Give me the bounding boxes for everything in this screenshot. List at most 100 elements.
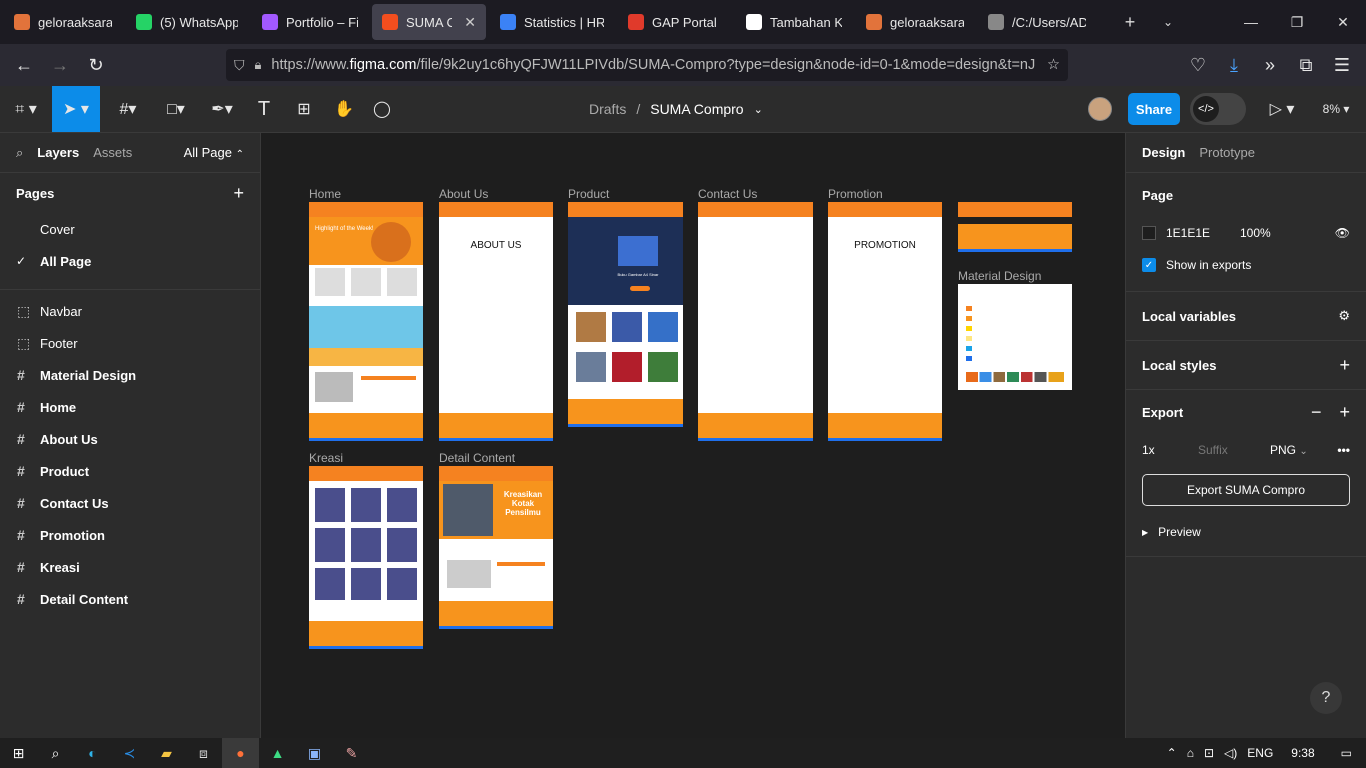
export-suffix-input[interactable]: Suffix bbox=[1198, 443, 1270, 457]
frame-label-home[interactable]: Home bbox=[309, 187, 341, 201]
layer-item[interactable]: ⬚ Navbar bbox=[0, 295, 260, 327]
notifications-icon[interactable]: ▭ bbox=[1341, 746, 1352, 760]
pen-tool-icon[interactable]: ✒▾ bbox=[202, 86, 242, 132]
store-icon[interactable]: ⧈ bbox=[185, 738, 222, 768]
page-bg-hex[interactable]: 1E1E1E bbox=[1166, 226, 1230, 240]
frame-label-material-design[interactable]: Material Design bbox=[958, 269, 1041, 283]
variables-icon[interactable]: ⚙ bbox=[1338, 308, 1350, 324]
frame-product[interactable]: Buku Gambar A4 Sinar bbox=[568, 202, 683, 427]
browser-tab[interactable]: SUMA Comp ✕ bbox=[372, 4, 486, 40]
file-name[interactable]: SUMA Compro bbox=[650, 101, 743, 117]
forward-icon[interactable]: → bbox=[42, 47, 78, 83]
frame-label-contact-us[interactable]: Contact Us bbox=[698, 187, 757, 201]
local-styles-title[interactable]: Local styles bbox=[1142, 358, 1216, 373]
extensions-overflow-icon[interactable]: » bbox=[1252, 47, 1288, 83]
app-icon[interactable]: ▣ bbox=[296, 738, 333, 768]
resources-tool-icon[interactable]: ⊞ bbox=[288, 86, 320, 132]
minimize-icon[interactable]: — bbox=[1228, 0, 1274, 44]
shield-icon[interactable]: ⛉ bbox=[234, 57, 245, 74]
browser-tab[interactable]: Portfolio – Figm bbox=[252, 4, 368, 40]
paint-icon[interactable]: ✎ bbox=[333, 738, 370, 768]
avatar[interactable] bbox=[1088, 97, 1112, 121]
present-icon[interactable]: ▷ ▾ bbox=[1262, 86, 1302, 132]
comment-tool-icon[interactable]: ◯ bbox=[366, 86, 398, 132]
help-button[interactable]: ? bbox=[1310, 682, 1342, 714]
close-tab-icon[interactable]: ✕ bbox=[464, 14, 476, 31]
reload-icon[interactable]: ↻ bbox=[78, 47, 114, 83]
url-text[interactable]: https://www.figma.com/file/9k2uy1c6hyQFJ… bbox=[271, 57, 1037, 73]
frame-kreasi[interactable] bbox=[309, 466, 423, 649]
close-window-icon[interactable]: ✕ bbox=[1320, 0, 1366, 44]
layer-item[interactable]: # Detail Content bbox=[0, 583, 260, 615]
text-tool-icon[interactable]: T bbox=[248, 86, 280, 132]
add-style-icon[interactable]: + bbox=[1339, 355, 1350, 376]
browser-tab[interactable]: GAP Portal bbox=[618, 4, 732, 40]
browser-tab[interactable]: Statistics | HRIS bbox=[490, 4, 614, 40]
export-button[interactable]: Export SUMA Compro bbox=[1142, 474, 1350, 506]
android-studio-icon[interactable]: ▲ bbox=[259, 738, 296, 768]
page-selector[interactable]: All Page ⌃ bbox=[184, 145, 244, 160]
camera-icon[interactable]: ⌂ bbox=[1187, 746, 1194, 760]
frame-tool-icon[interactable]: #▾ bbox=[108, 86, 148, 132]
browser-tab[interactable]: /C:/Users/ADIT-PC/ bbox=[978, 4, 1096, 40]
browser-tab[interactable]: Tambahan Kata bbox=[736, 4, 852, 40]
bookmark-star-icon[interactable]: ☆ bbox=[1047, 57, 1060, 73]
vscode-icon[interactable]: ≺ bbox=[111, 738, 148, 768]
remove-export-icon[interactable]: − bbox=[1311, 402, 1322, 423]
frame-label-about-us[interactable]: About Us bbox=[439, 187, 488, 201]
download-icon[interactable]: ⤓ bbox=[1216, 47, 1252, 83]
eye-icon[interactable]: 👁︎ bbox=[1335, 226, 1350, 240]
figma-main-menu-icon[interactable]: ⌗ ▾ bbox=[6, 86, 46, 132]
frame-navbar-footer[interactable] bbox=[958, 202, 1072, 256]
pocket-icon[interactable]: ♡ bbox=[1180, 47, 1216, 83]
layer-item[interactable]: ⬚ Footer bbox=[0, 327, 260, 359]
frame-label-detail-content[interactable]: Detail Content bbox=[439, 451, 515, 465]
search-icon[interactable]: ⌕ bbox=[37, 738, 74, 768]
frame-promotion[interactable]: PROMOTION bbox=[828, 202, 942, 441]
tab-assets[interactable]: Assets bbox=[93, 145, 132, 160]
more-options-icon[interactable]: ••• bbox=[1337, 443, 1350, 457]
search-icon[interactable]: ⌕ bbox=[16, 145, 23, 161]
layer-item[interactable]: # Home bbox=[0, 391, 260, 423]
share-button[interactable]: Share bbox=[1128, 93, 1180, 125]
maximize-icon[interactable]: ❐ bbox=[1274, 0, 1320, 44]
tray-chevron-icon[interactable]: ⌃ bbox=[1167, 746, 1177, 760]
extensions-icon[interactable]: ⧉ bbox=[1288, 47, 1324, 83]
export-scale[interactable]: 1x bbox=[1142, 443, 1198, 457]
browser-tab[interactable]: geloraaksarapr bbox=[856, 4, 974, 40]
local-variables-title[interactable]: Local variables bbox=[1142, 309, 1236, 324]
canvas[interactable]: Home Highlight of the Week! About Us ABO… bbox=[261, 133, 1125, 739]
layer-item[interactable]: # Promotion bbox=[0, 519, 260, 551]
menu-icon[interactable]: ☰ bbox=[1324, 47, 1360, 83]
back-icon[interactable]: ← bbox=[6, 47, 42, 83]
volume-icon[interactable]: ◁) bbox=[1224, 746, 1237, 760]
file-explorer-icon[interactable]: ▰ bbox=[148, 738, 185, 768]
language-indicator[interactable]: ENG bbox=[1247, 746, 1273, 760]
page-bg-swatch[interactable] bbox=[1142, 226, 1156, 240]
show-in-exports-checkbox[interactable]: ✓ bbox=[1142, 258, 1156, 272]
add-page-icon[interactable]: + bbox=[233, 183, 244, 204]
layer-item[interactable]: # Material Design bbox=[0, 359, 260, 391]
hand-tool-icon[interactable]: ✋ bbox=[328, 86, 360, 132]
clock[interactable]: 9:38 bbox=[1291, 746, 1314, 760]
layer-item[interactable]: # About Us bbox=[0, 423, 260, 455]
layer-item[interactable]: # Contact Us bbox=[0, 487, 260, 519]
frame-detail-content[interactable]: Kreasikan Kotak Pensilmu bbox=[439, 466, 553, 629]
tab-prototype[interactable]: Prototype bbox=[1199, 145, 1255, 160]
dev-mode-toggle[interactable]: </> bbox=[1190, 93, 1246, 125]
frame-about-us[interactable]: ABOUT US bbox=[439, 202, 553, 441]
tab-list-chevron-icon[interactable]: ⌄ bbox=[1148, 4, 1188, 40]
breadcrumb-drafts[interactable]: Drafts bbox=[589, 101, 626, 117]
tab-design[interactable]: Design bbox=[1142, 145, 1185, 160]
move-tool-icon[interactable]: ➤ ▾ bbox=[52, 86, 100, 132]
layer-item[interactable]: # Kreasi bbox=[0, 551, 260, 583]
frame-material-design[interactable] bbox=[958, 284, 1072, 390]
firefox-icon[interactable]: ● bbox=[222, 738, 259, 768]
preview-toggle[interactable]: Preview bbox=[1158, 525, 1201, 539]
frame-contact-us[interactable] bbox=[698, 202, 813, 441]
page-bg-opacity[interactable]: 100% bbox=[1240, 226, 1271, 240]
edge-icon[interactable]: ◐ bbox=[74, 738, 111, 768]
network-icon[interactable]: ⊡ bbox=[1204, 746, 1214, 760]
add-export-icon[interactable]: + bbox=[1339, 402, 1350, 423]
browser-tab[interactable]: (5) WhatsApp bbox=[126, 4, 248, 40]
